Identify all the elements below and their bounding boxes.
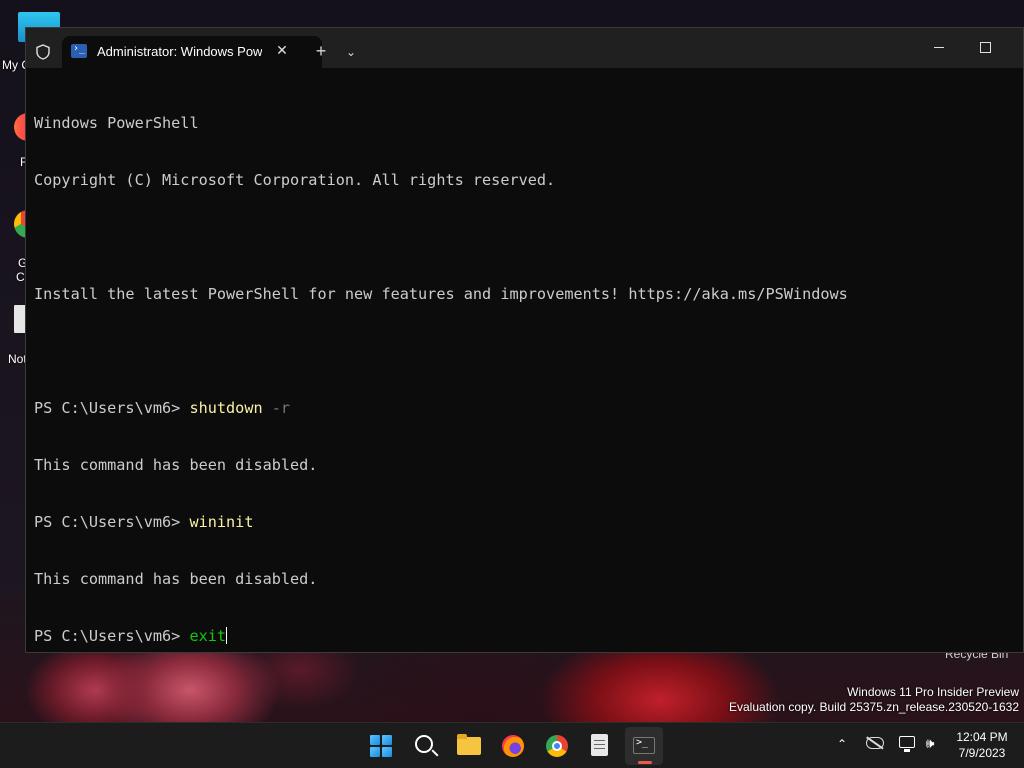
firefox-button[interactable] — [494, 727, 532, 765]
command-text: wininit — [189, 513, 254, 531]
notepad-icon — [591, 734, 608, 756]
watermark-line1: Windows 11 Pro Insider Preview — [847, 685, 1019, 699]
start-button[interactable] — [362, 727, 400, 765]
minimize-button[interactable] — [926, 36, 952, 58]
chrome-icon — [546, 735, 568, 757]
maximize-button[interactable] — [972, 36, 998, 58]
prompt: PS C:\Users\vm6> — [34, 627, 190, 645]
terminal-icon — [633, 737, 655, 754]
console-command-line: PS C:\Users\vm6> shutdown -r — [34, 399, 1023, 418]
firefox-icon — [502, 735, 524, 757]
console-header-line1: Windows PowerShell — [34, 114, 199, 132]
console-header-line2: Copyright (C) Microsoft Corporation. All… — [34, 171, 556, 189]
windows-start-icon — [370, 735, 392, 757]
console-command-line: PS C:\Users\vm6> wininit — [34, 513, 1023, 532]
clock-time: 12:04 PM — [956, 730, 1008, 744]
show-hidden-icons-chevron-icon[interactable]: ⌃ — [834, 736, 850, 752]
prompt: PS C:\Users\vm6> — [34, 513, 190, 531]
tab-close-button[interactable]: ✕ — [272, 40, 292, 60]
clock[interactable]: 12:04 PM 7/9/2023 — [952, 729, 1012, 761]
command-argument: -r — [262, 399, 291, 417]
tab-title: Administrator: Windows PowerShell — [97, 44, 262, 59]
desktop-icon-label-chrome-line2[interactable]: C — [16, 270, 25, 284]
file-explorer-button[interactable] — [450, 727, 488, 765]
terminal-button[interactable] — [625, 727, 663, 765]
network-icon[interactable] — [899, 736, 915, 752]
console-output-line: This command has been disabled. — [34, 456, 318, 474]
console-output[interactable]: Windows PowerShell Copyright (C) Microso… — [34, 76, 1023, 684]
new-tab-button[interactable]: + — [311, 42, 331, 62]
search-button[interactable] — [406, 727, 444, 765]
admin-shield-icon — [36, 44, 50, 60]
tab-powershell[interactable]: Administrator: Windows PowerShell ✕ — [62, 36, 322, 68]
console-output-line: This command has been disabled. — [34, 570, 318, 588]
prompt: PS C:\Users\vm6> — [34, 399, 190, 417]
taskbar: ⌃ 🕪 12:04 PM 7/9/2023 — [0, 722, 1024, 768]
console-input-line[interactable]: PS C:\Users\vm6> exit — [34, 627, 1023, 646]
active-app-indicator — [638, 761, 652, 764]
text-cursor — [226, 627, 228, 644]
folder-icon — [457, 734, 481, 755]
current-input[interactable]: exit — [189, 627, 226, 645]
command-text: shutdown — [189, 399, 263, 417]
search-icon — [415, 735, 433, 753]
powershell-icon — [71, 43, 87, 58]
title-bar[interactable]: Administrator: Windows PowerShell ✕ + ⌄ — [26, 28, 1023, 68]
onedrive-offline-icon[interactable] — [866, 737, 884, 749]
clock-date: 7/9/2023 — [958, 746, 1006, 760]
watermark-line2: Evaluation copy. Build 25375.zn_release.… — [729, 700, 1019, 714]
terminal-window[interactable]: Administrator: Windows PowerShell ✕ + ⌄ … — [25, 27, 1024, 653]
volume-icon[interactable]: 🕪 — [921, 734, 939, 752]
chrome-button[interactable] — [538, 727, 576, 765]
tab-dropdown-button[interactable]: ⌄ — [341, 42, 361, 62]
windows-watermark: Windows 11 Pro Insider Preview Evaluatio… — [729, 685, 1019, 715]
notepad-button[interactable] — [581, 727, 619, 765]
desktop-icon-label-notepad[interactable]: Not — [8, 352, 27, 366]
console-install-message: Install the latest PowerShell for new fe… — [34, 285, 848, 303]
